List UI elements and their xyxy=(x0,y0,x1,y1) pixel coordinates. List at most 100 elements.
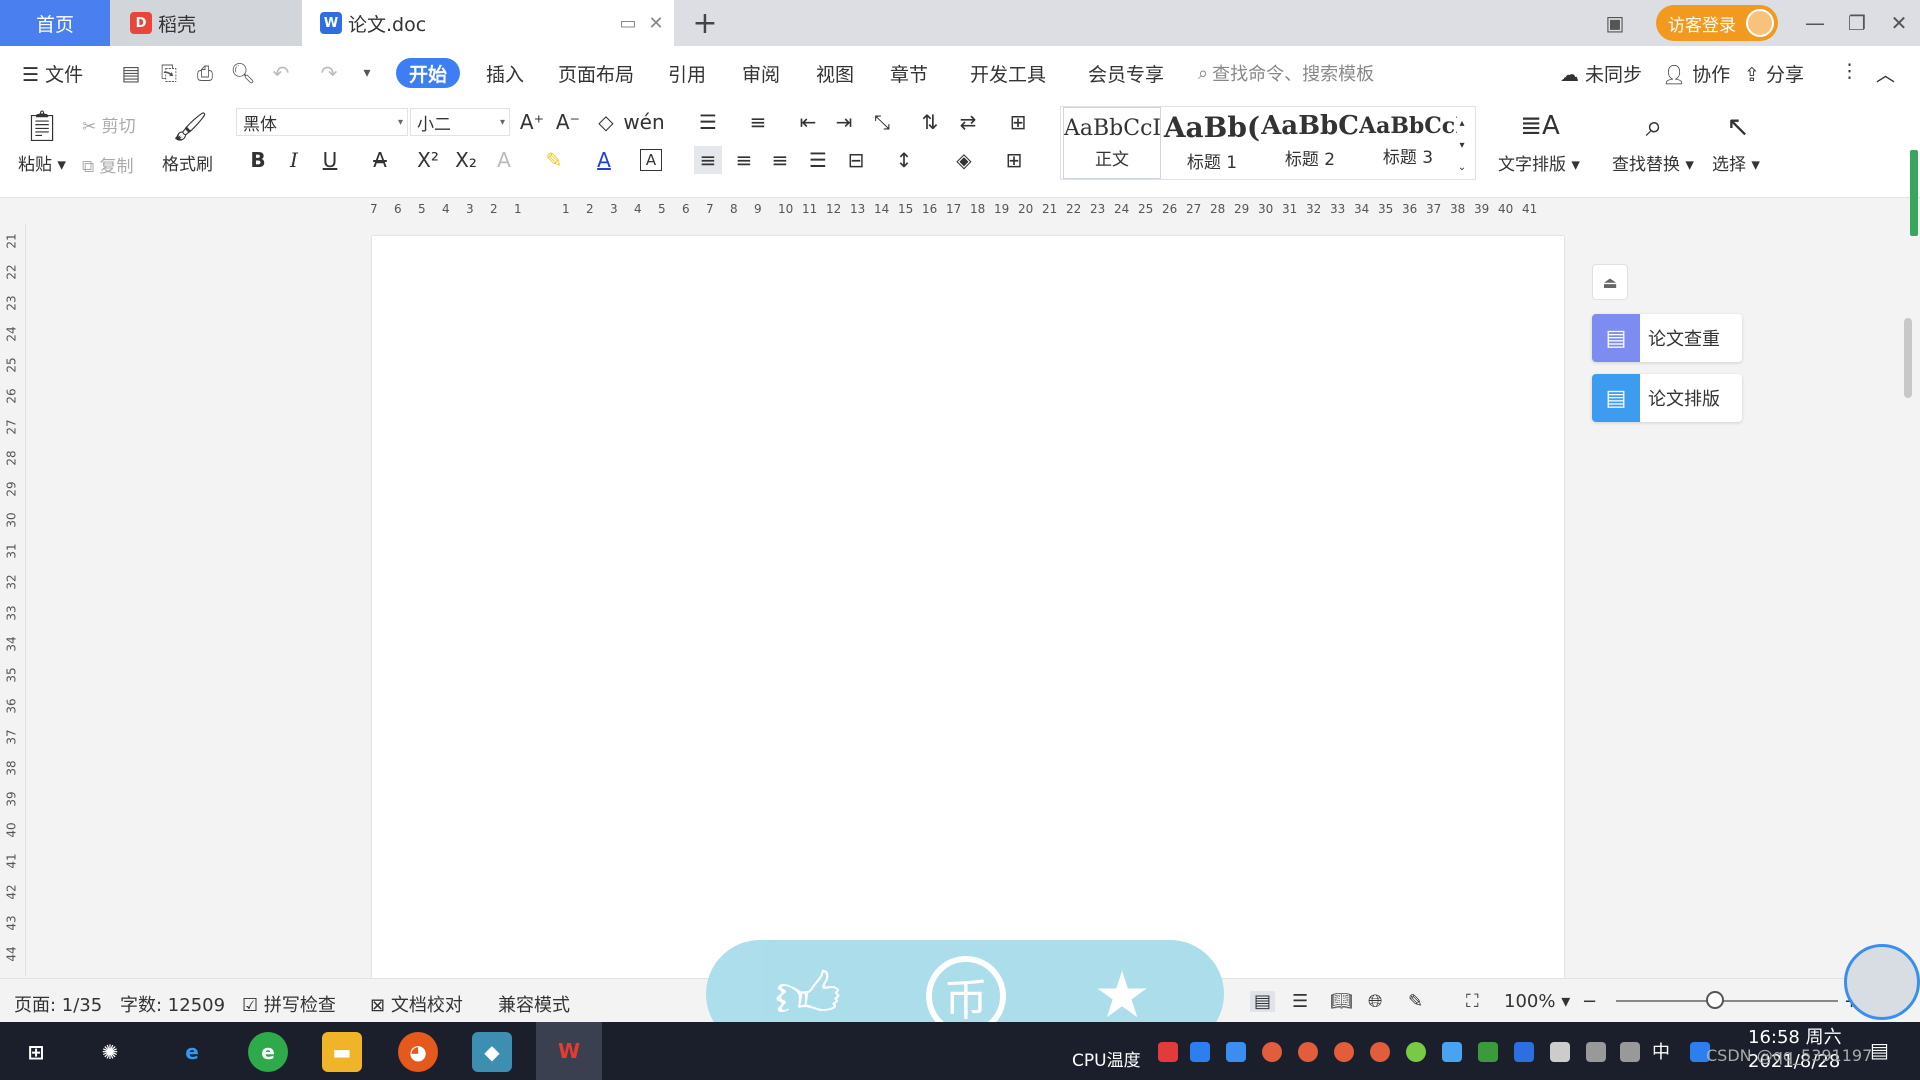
superscript-icon[interactable]: X² xyxy=(414,146,442,174)
tray-qq-icon[interactable] xyxy=(1298,1042,1318,1062)
tab-document[interactable]: W 论文.doc ▭ ✕ xyxy=(302,0,674,46)
text-layout-button[interactable]: 文字排版 ▾ xyxy=(1498,150,1580,175)
tab-review[interactable]: 审阅 xyxy=(742,60,780,87)
tray-qq-icon[interactable] xyxy=(1334,1042,1354,1062)
pinyin-icon[interactable]: wén xyxy=(623,108,664,136)
write-mode-icon[interactable]: ✎ xyxy=(1408,991,1423,1012)
tab-chapter[interactable]: 章节 xyxy=(890,60,928,87)
float-window-icon[interactable]: ▭ xyxy=(614,10,642,36)
share-button[interactable]: ⇪ 分享 xyxy=(1744,60,1804,87)
new-tab-button[interactable]: + xyxy=(690,0,720,46)
justify-icon[interactable]: ☰ xyxy=(804,146,832,174)
tab-references[interactable]: 引用 xyxy=(668,60,706,87)
styles-more-icon[interactable]: ⌄ xyxy=(1451,153,1473,181)
battery-icon[interactable] xyxy=(1550,1042,1570,1062)
paste-button[interactable]: 粘贴 ▾ xyxy=(18,150,66,175)
decrease-indent-icon[interactable]: ⇤ xyxy=(794,108,822,136)
save-icon[interactable]: ▤ xyxy=(118,60,144,86)
tab-home[interactable]: 首页 xyxy=(0,0,110,46)
tab-start[interactable]: 开始 xyxy=(396,58,460,88)
italic-icon[interactable]: I xyxy=(280,146,308,174)
assistant-robot-icon[interactable] xyxy=(1844,944,1920,1020)
pinwheel-app-icon[interactable]: ✺ xyxy=(90,1032,130,1072)
zoom-slider[interactable] xyxy=(1616,1000,1838,1002)
notification-icon[interactable]: ▤ xyxy=(1870,1038,1889,1062)
paper-layout-button[interactable]: ▤ 论文排版 xyxy=(1592,374,1742,422)
restore-button[interactable]: ❐ xyxy=(1840,8,1874,38)
format-painter-icon[interactable]: 🖌︎ xyxy=(172,106,208,146)
distribute-icon[interactable]: ⊟ xyxy=(842,146,870,174)
zoom-out-icon[interactable]: − xyxy=(1582,991,1597,1012)
print-preview-icon[interactable]: 🔍︎ xyxy=(230,60,256,86)
numbered-list-icon[interactable]: ≡ xyxy=(744,108,772,136)
copy-button[interactable]: ⧉ 复制 xyxy=(82,152,134,177)
app-face-icon[interactable]: ◕ xyxy=(398,1032,438,1072)
highlight-icon[interactable]: ✎ xyxy=(540,146,568,174)
select-cursor-icon[interactable]: ↖ xyxy=(1718,106,1758,146)
tab-member[interactable]: 会员专享 xyxy=(1088,60,1164,87)
tray-nvidia-icon[interactable] xyxy=(1478,1042,1498,1062)
underline-icon[interactable]: U xyxy=(316,146,344,174)
font-family-select[interactable]: 黑体 ▾ xyxy=(236,108,408,136)
bluetooth-icon[interactable] xyxy=(1514,1042,1534,1062)
zoom-slider-knob[interactable] xyxy=(1706,991,1724,1009)
text-effect-icon[interactable]: A xyxy=(490,146,518,174)
tab-view[interactable]: 视图 xyxy=(816,60,854,87)
vertical-ruler[interactable]: 21 22 23 24 25 26 27 28 29 30 31 32 33 34 35 36 37 38 39 40… xyxy=(0,224,26,976)
grow-font-icon[interactable]: A⁺ xyxy=(518,108,546,136)
tab-developer[interactable]: 开发工具 xyxy=(970,60,1046,87)
word-count[interactable]: 字数: 12509 xyxy=(120,991,225,1017)
web-view-icon[interactable]: 🌐︎ xyxy=(1368,991,1382,1012)
line-spacing-icon[interactable]: ↕ xyxy=(890,146,918,174)
document-page[interactable] xyxy=(372,236,1564,978)
page-view-icon[interactable]: ▤ xyxy=(1250,991,1276,1012)
find-replace-icon[interactable]: ⌕ xyxy=(1632,106,1676,146)
shading-icon[interactable]: ◈ xyxy=(950,146,978,174)
print-icon[interactable]: ⎙ xyxy=(192,60,218,86)
volume-icon[interactable] xyxy=(1620,1042,1640,1062)
file-explorer-icon[interactable]: ▬ xyxy=(322,1032,362,1072)
char-border-icon[interactable]: A xyxy=(640,149,662,171)
find-replace-button[interactable]: 查找替换 ▾ xyxy=(1612,150,1694,175)
clear-format-icon[interactable]: ◇ xyxy=(592,108,620,136)
wifi-icon[interactable] xyxy=(1586,1042,1606,1062)
zoom-level[interactable]: 100% ▾ xyxy=(1504,991,1570,1012)
tab-insert[interactable]: 插入 xyxy=(486,60,524,87)
collaborate-button[interactable]: 👤︎ 协作 xyxy=(1662,60,1730,87)
bold-icon[interactable]: B xyxy=(244,146,272,174)
360-browser-icon[interactable]: e xyxy=(248,1032,288,1072)
align-center-icon[interactable]: ≡ xyxy=(730,146,758,174)
sort-icon[interactable]: ⇅ xyxy=(916,108,944,136)
tray-qq-icon[interactable] xyxy=(1370,1042,1390,1062)
collapse-ribbon-icon[interactable]: ︿ xyxy=(1876,60,1895,87)
reading-view-icon[interactable]: 📖︎ xyxy=(1330,991,1353,1012)
style-heading-3[interactable]: AaBbCcI 标题 3 xyxy=(1359,107,1457,179)
align-left-icon[interactable]: ≡ xyxy=(694,146,722,174)
notebook-app-icon[interactable]: ◆ xyxy=(472,1032,512,1072)
borders-icon[interactable]: ⊞ xyxy=(1000,146,1028,174)
outline-view-icon[interactable]: ☰ xyxy=(1292,991,1308,1012)
style-heading-1[interactable]: AaBb( 标题 1 xyxy=(1163,107,1261,179)
tray-plus-icon[interactable] xyxy=(1406,1042,1426,1062)
strikethrough-icon[interactable]: A xyxy=(366,146,394,174)
tray-shield-icon[interactable] xyxy=(1226,1042,1246,1062)
shrink-font-icon[interactable]: A⁻ xyxy=(554,108,582,136)
minimize-button[interactable]: — xyxy=(1798,8,1832,38)
windows-start-icon[interactable]: ⊞ xyxy=(16,1032,56,1072)
close-tab-icon[interactable]: ✕ xyxy=(642,10,670,36)
more-icon[interactable]: ⋮ xyxy=(1840,60,1859,82)
increase-indent-icon[interactable]: ⇥ xyxy=(830,108,858,136)
font-color-icon[interactable]: A xyxy=(590,146,618,174)
command-search[interactable]: ⌕ 查找命令、搜索模板 xyxy=(1198,58,1418,88)
ime-indicator[interactable]: 中 xyxy=(1652,1038,1670,1064)
style-normal[interactable]: AaBbCcI 正文 xyxy=(1063,107,1161,179)
fit-page-icon[interactable]: ⛶ xyxy=(1466,991,1479,1012)
panel-collapse-icon[interactable]: ⏏ xyxy=(1592,264,1628,300)
bullet-list-icon[interactable]: ☰ xyxy=(694,108,722,136)
tray-app-icon[interactable] xyxy=(1158,1042,1178,1062)
tray-qq-icon[interactable] xyxy=(1262,1042,1282,1062)
proofread-button[interactable]: ⊠ 文档校对 xyxy=(370,991,463,1017)
subscript-icon[interactable]: X₂ xyxy=(452,146,480,174)
spell-check-button[interactable]: ☑ 拼写检查 xyxy=(242,991,336,1017)
wps-app-icon[interactable]: W xyxy=(536,1022,602,1080)
